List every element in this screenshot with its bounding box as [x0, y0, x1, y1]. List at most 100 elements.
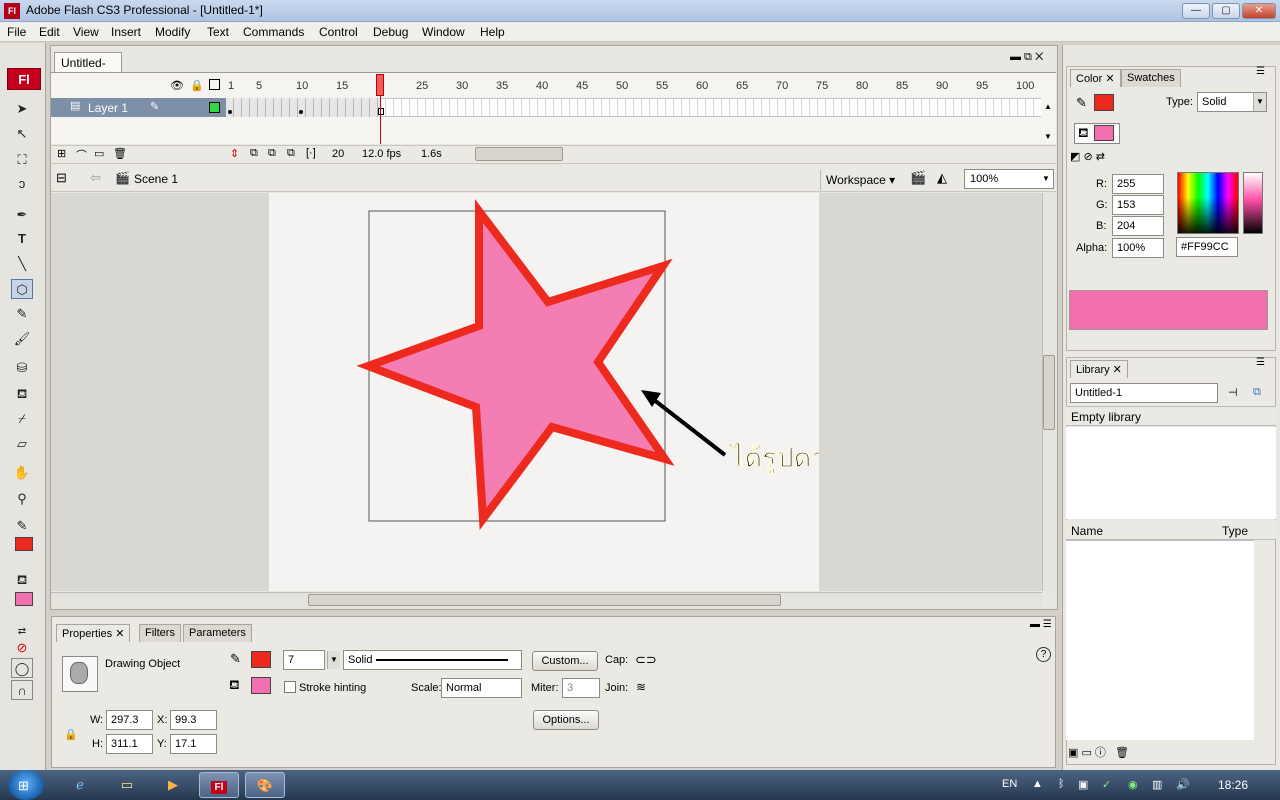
line-tool-icon[interactable]: ╲ — [11, 254, 33, 274]
hand-tool-icon[interactable]: ✋ — [11, 463, 33, 483]
delete-layer-icon[interactable]: 🗑 — [113, 147, 127, 160]
color-spectrum[interactable] — [1177, 172, 1239, 234]
clock[interactable]: 18:26 — [1218, 778, 1248, 792]
zoom-select[interactable]: 100% — [964, 169, 1054, 189]
back-arrow-icon[interactable]: ⇦ — [90, 170, 101, 186]
fill-color-swatch[interactable] — [15, 592, 33, 606]
edit-symbols-icon[interactable]: ◭ — [937, 170, 947, 186]
bluetooth-icon[interactable]: ᛒ — [1058, 778, 1065, 790]
timeline-scroll-up-icon[interactable]: ▲ — [1044, 102, 1052, 111]
join-style-icon[interactable]: ≋ — [636, 680, 646, 694]
doc-window-controls[interactable]: ▬ ⧉ ✕ — [1010, 51, 1043, 64]
panel-menu-icon[interactable]: ▬ ☰ — [1030, 619, 1052, 630]
tab-color[interactable]: Color ✕ — [1070, 69, 1121, 87]
stage-vscroll-thumb[interactable] — [1043, 355, 1055, 430]
tab-properties[interactable]: Properties ✕ — [56, 624, 131, 642]
menu-edit[interactable]: Edit — [39, 25, 60, 39]
tray-green-icon[interactable]: ✓ — [1102, 778, 1111, 791]
internet-explorer-icon[interactable]: ℯ — [60, 772, 100, 798]
selection-tool-icon[interactable]: ➤ — [11, 99, 33, 119]
scale-select[interactable]: Normal — [441, 678, 522, 698]
polystar-tool-icon[interactable]: ⬡ — [11, 279, 33, 299]
add-motion-guide-icon[interactable]: ⌒ — [76, 147, 87, 163]
center-frame-icon[interactable]: ⇕ — [230, 147, 239, 160]
workspace-menu[interactable]: Workspace ▾ — [820, 170, 900, 190]
zoom-tool-icon[interactable]: ⚲ — [11, 489, 33, 509]
menu-text[interactable]: Text — [207, 25, 229, 39]
ink-bottle-tool-icon[interactable]: ⛁ — [11, 358, 33, 378]
timeline-toggle-icon[interactable]: ⊟ — [56, 170, 67, 186]
insert-layer-icon[interactable]: ⊞ — [57, 147, 66, 160]
help-icon[interactable]: ? — [1036, 647, 1051, 662]
network-icon[interactable]: ▥ — [1152, 778, 1162, 791]
eraser-tool-icon[interactable]: ▱ — [11, 434, 33, 454]
volume-icon[interactable]: 🔊 — [1176, 778, 1190, 791]
height-field[interactable]: 311.1 — [106, 734, 153, 754]
frame-rate[interactable]: 12.0 fps — [362, 148, 401, 160]
menu-commands[interactable]: Commands — [243, 25, 304, 39]
pen-tool-icon[interactable]: ✒ — [11, 205, 33, 225]
hex-field[interactable]: #FF99CC — [1176, 237, 1238, 257]
fill-color-chip[interactable] — [251, 677, 271, 694]
lock-proportions-icon[interactable]: 🔒 — [64, 728, 78, 741]
stage-drawing[interactable]: ได้รูปดาว ดังนี้ — [269, 193, 819, 591]
no-color-icon[interactable]: ⊘ — [11, 638, 33, 658]
pin-library-icon[interactable]: ⊣ — [1228, 386, 1238, 399]
x-field[interactable]: 99.3 — [170, 710, 217, 730]
eye-icon[interactable]: 👁 — [170, 79, 184, 92]
outline-icon[interactable] — [209, 79, 220, 90]
layer-name[interactable]: Layer 1 — [88, 101, 128, 115]
menu-insert[interactable]: Insert — [111, 25, 141, 39]
star-shape[interactable] — [356, 199, 675, 531]
cap-style-icon[interactable]: ⊂⊃ — [635, 652, 657, 668]
menu-control[interactable]: Control — [319, 25, 358, 39]
paint-bucket-tool-icon[interactable]: ⛾ — [11, 384, 33, 404]
stroke-color-swatch[interactable] — [15, 537, 33, 551]
fill-type-dropdown-icon[interactable]: ▼ — [1253, 93, 1266, 111]
modify-onion-markers-icon[interactable]: [·] — [306, 147, 316, 159]
onion-outlines-icon[interactable]: ⧉ — [268, 147, 276, 160]
brush-tool-icon[interactable]: 🖌 — [11, 329, 33, 349]
library-item-list[interactable] — [1066, 540, 1254, 740]
snap-magnet-icon[interactable]: ∩ — [11, 680, 33, 700]
stage-hscroll-thumb[interactable] — [308, 594, 781, 606]
subselection-tool-icon[interactable]: ↖ — [11, 124, 33, 144]
explorer-folder-icon[interactable]: ▭ — [107, 772, 147, 798]
filled-frames[interactable] — [226, 98, 380, 117]
media-player-icon[interactable]: ▶ — [153, 772, 193, 798]
library-document-select[interactable]: Untitled-1 — [1070, 383, 1218, 403]
stroke-size-field[interactable]: 7 — [283, 650, 325, 670]
brightness-slider[interactable] — [1243, 172, 1263, 234]
object-drawing-icon[interactable]: ◯ — [11, 658, 33, 678]
eyedropper-tool-icon[interactable]: ⌿ — [11, 409, 33, 429]
insert-folder-icon[interactable]: ▭ — [94, 147, 104, 160]
lasso-tool-icon[interactable]: ↄ — [11, 174, 33, 194]
tab-library[interactable]: Library ✕ — [1070, 360, 1128, 378]
tray-app-icon[interactable]: ▣ — [1078, 778, 1088, 791]
width-field[interactable]: 297.3 — [106, 710, 153, 730]
end-keyframe[interactable] — [378, 108, 384, 115]
library-panel-menu-icon[interactable]: ☰ — [1256, 357, 1265, 368]
menu-help[interactable]: Help — [480, 25, 505, 39]
close-window-button[interactable]: ✕ — [1242, 3, 1276, 19]
edit-scene-icon[interactable]: 🎬 — [910, 170, 926, 186]
library-col-type[interactable]: Type — [1222, 524, 1248, 538]
green-field[interactable]: 153 — [1112, 195, 1164, 215]
color-panel-stroke-swatch[interactable] — [1094, 94, 1114, 111]
zoom-dropdown-arrow[interactable]: ▼ — [1042, 174, 1050, 183]
timeline-hscroll-thumb[interactable] — [475, 147, 563, 161]
text-tool-icon[interactable]: T — [11, 229, 33, 249]
y-field[interactable]: 17.1 — [170, 734, 217, 754]
stroke-color-chip[interactable] — [251, 651, 271, 668]
scene-name[interactable]: Scene 1 — [134, 172, 178, 186]
stroke-style-select[interactable]: Solid — [343, 650, 522, 670]
lock-icon[interactable]: 🔒 — [190, 79, 204, 92]
custom-stroke-button[interactable]: Custom... — [532, 651, 598, 671]
blue-field[interactable]: 204 — [1112, 216, 1164, 236]
timeline-scroll-down-icon[interactable]: ▼ — [1044, 132, 1052, 141]
stroke-size-dropdown-icon[interactable]: ▼ — [327, 651, 340, 669]
keyframe-dot[interactable] — [228, 110, 232, 114]
library-col-name[interactable]: Name — [1071, 524, 1103, 538]
layer-outline-color-icon[interactable] — [209, 102, 220, 113]
stroke-hinting-checkbox[interactable] — [284, 681, 296, 693]
